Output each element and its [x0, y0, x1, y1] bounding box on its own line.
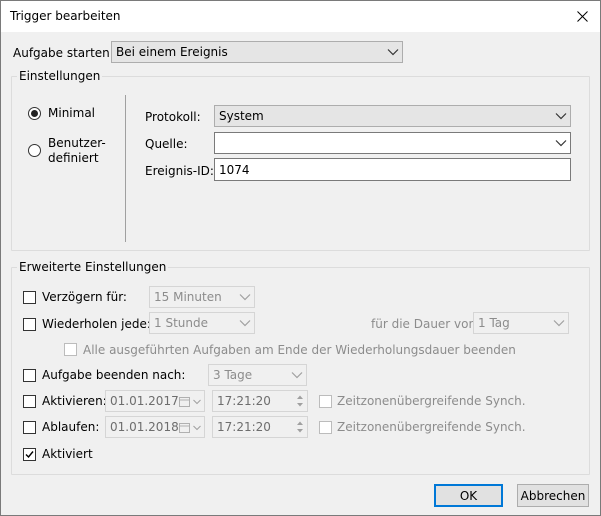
duration-value: 1 Tag: [478, 316, 510, 330]
calendar-icon: [179, 423, 190, 433]
radio-custom[interactable]: [28, 144, 41, 157]
expire-time-spinner[interactable]: 17:21:20: [212, 416, 308, 438]
stop-after-value: 3 Tage: [213, 368, 253, 382]
delay-combo[interactable]: 15 Minuten: [149, 286, 255, 308]
duration-combo[interactable]: 1 Tag: [473, 312, 569, 334]
delay-checkbox[interactable]: [23, 291, 36, 304]
radio-custom-label-1: Benutzer-: [48, 136, 106, 150]
activate-time-spinner[interactable]: 17:21:20: [212, 390, 308, 412]
quelle-combo[interactable]: [214, 132, 571, 154]
start-combo-value: Bei einem Ereignis: [116, 45, 228, 59]
protokoll-value: System: [219, 109, 264, 123]
delay-value: 15 Minuten: [154, 290, 222, 304]
window-title: Trigger bearbeiten: [10, 9, 121, 23]
cancel-button[interactable]: Abbrechen: [517, 484, 589, 507]
radio-minimal[interactable]: [28, 107, 41, 120]
ereignis-input[interactable]: 1074: [214, 158, 571, 181]
repeat-label: Wiederholen jede:: [42, 317, 151, 331]
checkmark-icon: [25, 451, 34, 459]
protokoll-combo[interactable]: System: [214, 105, 571, 127]
spinner-arrows-icon: [297, 395, 303, 407]
stop-after-checkbox[interactable]: [23, 369, 36, 382]
stop-all-label: Alle ausgeführten Aufgaben am Ende der W…: [83, 343, 516, 357]
chevron-down-icon: [193, 425, 201, 431]
stop-after-label: Aufgabe beenden nach:: [42, 368, 186, 382]
ereignis-value: 1074: [219, 162, 250, 177]
delay-label: Verzögern für:: [42, 290, 127, 304]
chevron-down-icon: [555, 140, 567, 147]
dialog-window: Trigger bearbeiten Aufgabe starten: Bei …: [0, 0, 601, 516]
radio-minimal-label: Minimal: [48, 106, 96, 120]
repeat-value: 1 Stunde: [154, 316, 208, 330]
duration-label: für die Dauer von:: [371, 317, 481, 331]
chevron-down-icon: [239, 294, 251, 301]
chevron-down-icon: [239, 320, 251, 327]
expire-checkbox[interactable]: [23, 421, 36, 434]
expire-date-picker[interactable]: 01.01.2018: [105, 416, 205, 438]
enabled-checkbox[interactable]: [23, 448, 36, 461]
stop-all-checkbox[interactable]: [64, 343, 77, 356]
radio-custom-label-2: definiert: [48, 151, 99, 165]
advanced-group-title: Erweiterte Einstellungen: [17, 260, 169, 274]
expire-sync-label: Zeitzonenübergreifende Synch.: [337, 420, 526, 434]
activate-sync-label: Zeitzonenübergreifende Synch.: [337, 394, 526, 408]
repeat-checkbox[interactable]: [23, 318, 36, 331]
chevron-down-icon: [555, 113, 567, 120]
calendar-icon: [179, 397, 190, 407]
expire-sync-checkbox[interactable]: [319, 421, 332, 434]
expire-label: Ablaufen:: [42, 420, 100, 434]
radio-dot: [31, 110, 38, 117]
close-button[interactable]: [564, 1, 600, 32]
quelle-label: Quelle:: [145, 137, 188, 151]
repeat-combo[interactable]: 1 Stunde: [149, 312, 255, 334]
enabled-label: Aktiviert: [42, 447, 93, 461]
activate-date-picker[interactable]: 01.01.2017: [105, 390, 205, 412]
start-combo[interactable]: Bei einem Ereignis: [111, 41, 403, 63]
expire-time-value: 17:21:20: [217, 420, 271, 434]
chevron-down-icon: [553, 320, 565, 327]
settings-group-title: Einstellungen: [17, 69, 103, 83]
chevron-down-icon: [387, 49, 399, 56]
activate-label: Aktivieren:: [42, 394, 107, 408]
activate-sync-checkbox[interactable]: [319, 395, 332, 408]
cancel-button-label: Abbrechen: [520, 488, 586, 503]
chevron-down-icon: [291, 372, 303, 379]
activate-checkbox[interactable]: [23, 395, 36, 408]
ok-button[interactable]: OK: [434, 484, 503, 507]
protokoll-label: Protokoll:: [145, 110, 201, 124]
activate-time-value: 17:21:20: [217, 394, 271, 408]
settings-divider: [125, 95, 126, 242]
ereignis-label: Ereignis-ID:: [145, 164, 214, 178]
start-label: Aufgabe starten:: [13, 46, 114, 60]
activate-date-value: 01.01.2017: [110, 394, 179, 408]
stop-after-combo[interactable]: 3 Tage: [208, 364, 307, 386]
title-bar: Trigger bearbeiten: [1, 1, 600, 32]
close-icon: [576, 11, 588, 22]
ok-button-label: OK: [459, 488, 478, 503]
expire-date-value: 01.01.2018: [110, 420, 179, 434]
chevron-down-icon: [193, 399, 201, 405]
spinner-arrows-icon: [297, 421, 303, 433]
